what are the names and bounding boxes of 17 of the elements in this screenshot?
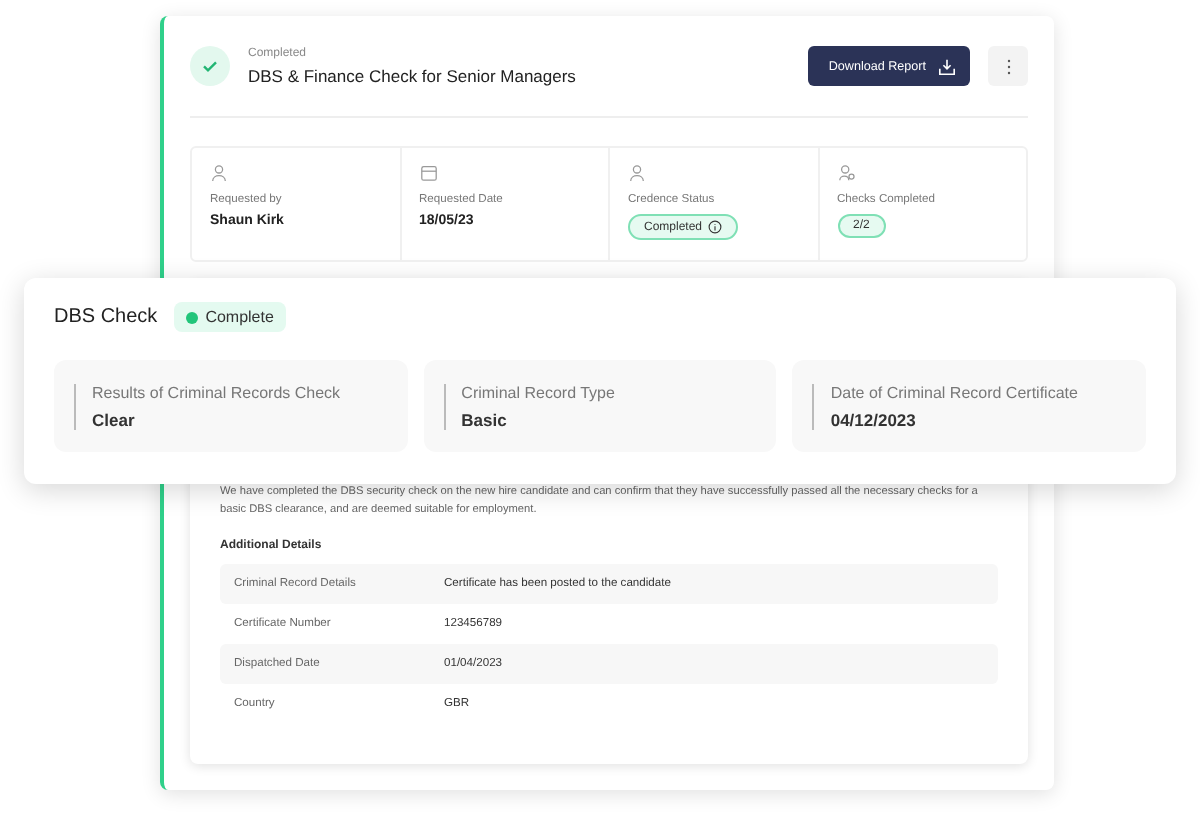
more-options-button[interactable] [988,46,1028,86]
card-title: DBS Check [54,306,158,328]
info-icon [708,220,723,234]
check-title: DBS & Finance Check for Senior Managers [248,65,578,85]
field-label: Criminal Record Type [461,383,615,401]
field-value: Clear [92,409,137,429]
field-value: 04/12/2023 [830,409,918,429]
field-value: Basic [461,409,509,429]
people-icon [837,164,855,182]
field-label: Results of Criminal Records Check [92,383,341,401]
calendar-icon [419,164,437,182]
user-icon [210,164,228,182]
user-check-icon [628,164,646,182]
status-badge: Complete [173,302,286,332]
field-label: Date of Criminal Record Certificate [830,383,1078,401]
status-dot [185,311,198,323]
download-icon [938,57,956,75]
